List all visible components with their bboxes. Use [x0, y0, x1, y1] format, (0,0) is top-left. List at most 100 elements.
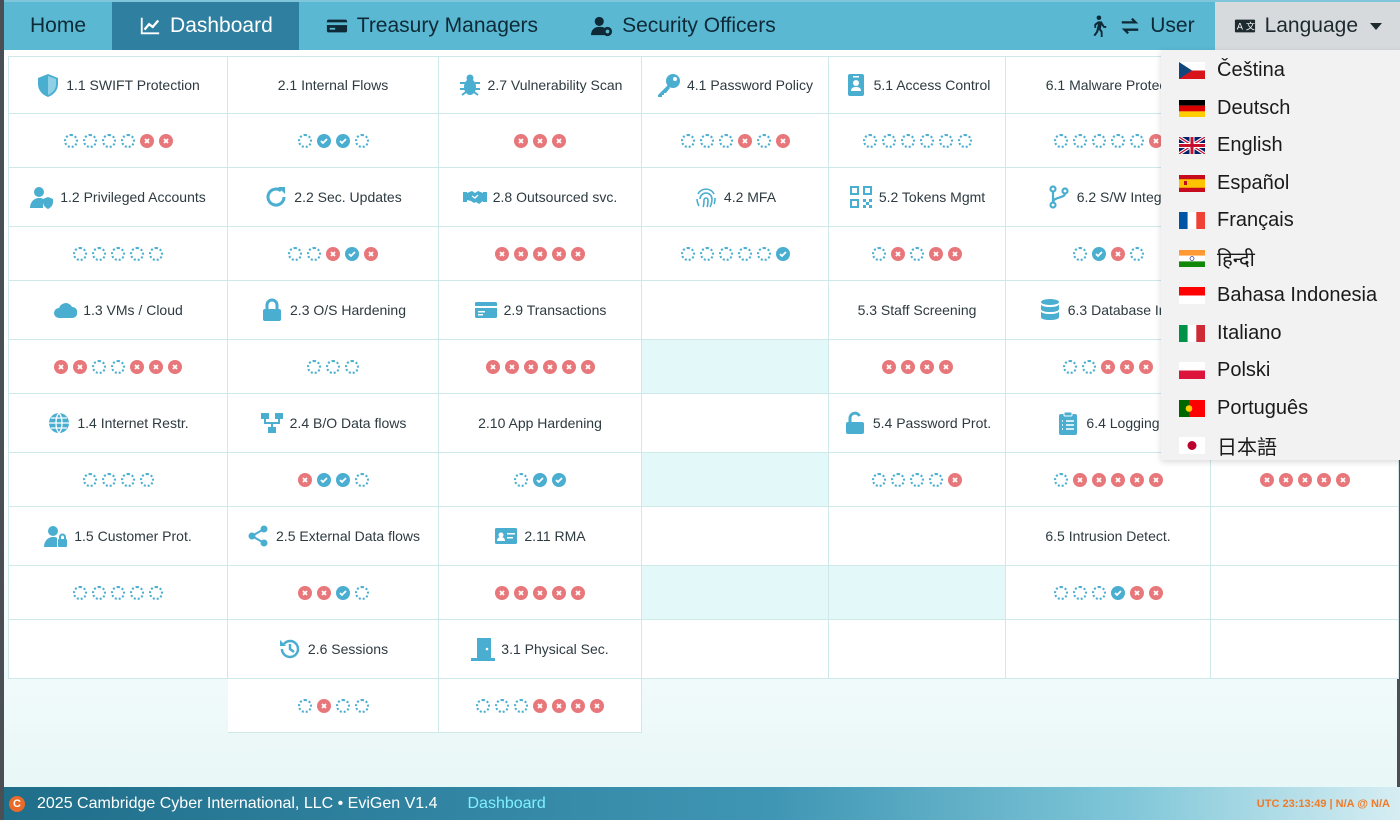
- check-circle-icon[interactable]: [345, 246, 359, 261]
- pending-circle-icon[interactable]: [307, 246, 321, 261]
- pending-circle-icon[interactable]: [111, 359, 125, 374]
- x-circle-icon[interactable]: [533, 585, 547, 600]
- pending-circle-icon[interactable]: [130, 585, 144, 600]
- control-title-cell[interactable]: 5.2 Tokens Mgmt: [829, 168, 1006, 227]
- pending-circle-icon[interactable]: [929, 472, 943, 487]
- pending-circle-icon[interactable]: [891, 472, 905, 487]
- pending-circle-icon[interactable]: [514, 472, 528, 487]
- pending-circle-icon[interactable]: [862, 133, 877, 148]
- x-circle-icon[interactable]: [552, 698, 566, 713]
- x-circle-icon[interactable]: [495, 585, 509, 600]
- x-circle-icon[interactable]: [1129, 585, 1144, 600]
- control-title-cell[interactable]: 5.1 Access Control: [829, 56, 1006, 114]
- control-title-cell[interactable]: 1.3 VMs / Cloud: [8, 281, 228, 340]
- x-circle-icon[interactable]: [364, 246, 378, 261]
- nav-user[interactable]: User: [1060, 2, 1214, 50]
- pending-circle-icon[interactable]: [82, 133, 97, 148]
- x-circle-icon[interactable]: [1259, 472, 1274, 487]
- pending-circle-icon[interactable]: [149, 246, 163, 261]
- control-title-cell[interactable]: 1.5 Customer Prot.: [8, 507, 228, 566]
- x-circle-icon[interactable]: [1110, 472, 1125, 487]
- x-circle-icon[interactable]: [54, 359, 68, 374]
- pending-circle-icon[interactable]: [756, 246, 771, 261]
- x-circle-icon[interactable]: [523, 359, 538, 374]
- x-circle-icon[interactable]: [326, 246, 340, 261]
- pending-circle-icon[interactable]: [872, 246, 886, 261]
- x-circle-icon[interactable]: [948, 472, 962, 487]
- pending-circle-icon[interactable]: [73, 246, 87, 261]
- pending-circle-icon[interactable]: [92, 246, 106, 261]
- pending-circle-icon[interactable]: [63, 133, 78, 148]
- pending-circle-icon[interactable]: [737, 246, 752, 261]
- x-circle-icon[interactable]: [533, 698, 547, 713]
- pending-circle-icon[interactable]: [111, 246, 125, 261]
- pending-circle-icon[interactable]: [881, 133, 896, 148]
- x-circle-icon[interactable]: [533, 133, 547, 148]
- x-circle-icon[interactable]: [561, 359, 576, 374]
- check-circle-icon[interactable]: [1091, 246, 1106, 261]
- control-title-cell[interactable]: 2.10 App Hardening: [439, 394, 642, 453]
- control-title-cell[interactable]: 6.5 Intrusion Detect.: [1006, 507, 1211, 566]
- x-circle-icon[interactable]: [1148, 585, 1163, 600]
- pending-circle-icon[interactable]: [900, 133, 915, 148]
- x-circle-icon[interactable]: [316, 585, 331, 600]
- x-circle-icon[interactable]: [775, 133, 790, 148]
- x-circle-icon[interactable]: [1297, 472, 1312, 487]
- pending-circle-icon[interactable]: [680, 133, 695, 148]
- x-circle-icon[interactable]: [919, 359, 934, 374]
- control-title-cell[interactable]: 5.4 Password Prot.: [829, 394, 1006, 453]
- x-circle-icon[interactable]: [571, 698, 585, 713]
- pending-circle-icon[interactable]: [680, 246, 695, 261]
- pending-circle-icon[interactable]: [130, 246, 144, 261]
- pending-circle-icon[interactable]: [326, 359, 340, 374]
- pending-circle-icon[interactable]: [354, 133, 369, 148]
- control-title-cell[interactable]: 1.2 Privileged Accounts: [8, 168, 228, 227]
- control-title-cell[interactable]: 2.1 Internal Flows: [228, 56, 439, 114]
- pending-circle-icon[interactable]: [73, 585, 87, 600]
- control-title-cell[interactable]: 2.8 Outsourced svc.: [439, 168, 642, 227]
- x-circle-icon[interactable]: [1129, 472, 1144, 487]
- language-option-es[interactable]: Español: [1161, 165, 1400, 203]
- x-circle-icon[interactable]: [168, 359, 182, 374]
- pending-circle-icon[interactable]: [1110, 133, 1125, 148]
- footer-dashboard-link[interactable]: Dashboard: [468, 795, 546, 813]
- x-circle-icon[interactable]: [297, 472, 312, 487]
- check-circle-icon[interactable]: [1110, 585, 1125, 600]
- x-circle-icon[interactable]: [316, 698, 331, 713]
- x-circle-icon[interactable]: [1148, 472, 1163, 487]
- x-circle-icon[interactable]: [881, 359, 896, 374]
- x-circle-icon[interactable]: [1278, 472, 1293, 487]
- pending-circle-icon[interactable]: [919, 133, 934, 148]
- check-circle-icon[interactable]: [533, 472, 547, 487]
- pending-circle-icon[interactable]: [699, 133, 714, 148]
- x-circle-icon[interactable]: [139, 133, 154, 148]
- pending-circle-icon[interactable]: [718, 133, 733, 148]
- nav-dashboard[interactable]: Dashboard: [112, 2, 299, 50]
- x-circle-icon[interactable]: [495, 246, 509, 261]
- pending-circle-icon[interactable]: [1129, 246, 1144, 261]
- pending-circle-icon[interactable]: [872, 472, 886, 487]
- x-circle-icon[interactable]: [1110, 246, 1125, 261]
- x-circle-icon[interactable]: [1072, 472, 1087, 487]
- pending-circle-icon[interactable]: [288, 246, 302, 261]
- language-option-jp[interactable]: 日本語: [1161, 427, 1400, 465]
- x-circle-icon[interactable]: [1335, 472, 1350, 487]
- pending-circle-icon[interactable]: [149, 585, 163, 600]
- pending-circle-icon[interactable]: [1072, 246, 1087, 261]
- pending-circle-icon[interactable]: [297, 133, 312, 148]
- pending-circle-icon[interactable]: [910, 246, 924, 261]
- check-circle-icon[interactable]: [316, 133, 331, 148]
- pending-circle-icon[interactable]: [938, 133, 953, 148]
- check-circle-icon[interactable]: [775, 246, 790, 261]
- check-circle-icon[interactable]: [552, 472, 566, 487]
- pending-circle-icon[interactable]: [101, 472, 116, 487]
- pending-circle-icon[interactable]: [345, 359, 359, 374]
- language-option-it[interactable]: Italiano: [1161, 315, 1400, 353]
- x-circle-icon[interactable]: [938, 359, 953, 374]
- x-circle-icon[interactable]: [948, 246, 962, 261]
- x-circle-icon[interactable]: [571, 246, 585, 261]
- control-title-cell[interactable]: 1.4 Internet Restr.: [8, 394, 228, 453]
- x-circle-icon[interactable]: [73, 359, 87, 374]
- control-title-cell[interactable]: 5.3 Staff Screening: [829, 281, 1006, 340]
- x-circle-icon[interactable]: [929, 246, 943, 261]
